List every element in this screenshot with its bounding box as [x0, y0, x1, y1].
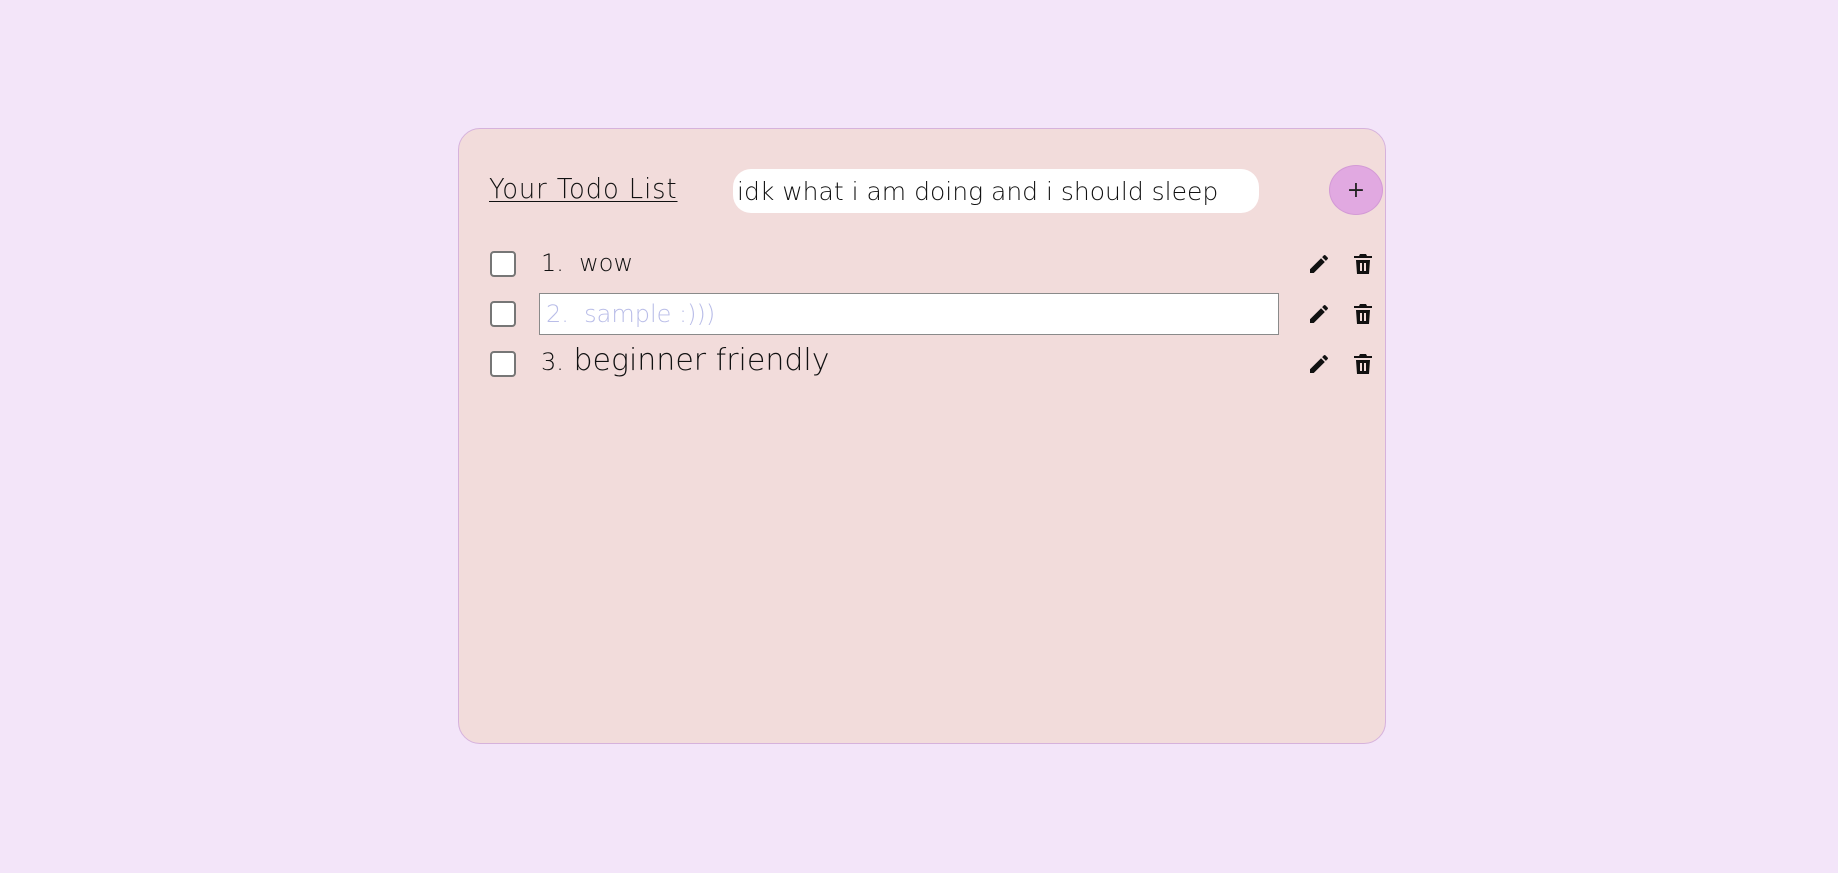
trash-icon[interactable] — [1351, 302, 1375, 326]
trash-icon[interactable] — [1351, 352, 1375, 376]
todo-card: Your Todo List + 1. wow — [458, 128, 1386, 744]
todo-text: 1. wow — [541, 249, 634, 277]
add-todo-button[interactable]: + — [1329, 165, 1383, 215]
todo-header: Your Todo List + — [489, 164, 1383, 215]
todo-checkbox[interactable] — [490, 301, 516, 327]
todo-list: 1. wow 3. beginner friendly — [489, 239, 1372, 389]
todo-checkbox[interactable] — [490, 351, 516, 377]
pencil-icon[interactable] — [1307, 302, 1331, 326]
todo-item: 1. wow — [489, 239, 1372, 289]
todo-item — [489, 289, 1372, 339]
edit-todo-input[interactable] — [539, 293, 1279, 335]
new-todo-input[interactable] — [733, 169, 1259, 213]
todo-text: 3. beginner friendly — [541, 343, 830, 378]
trash-icon[interactable] — [1351, 252, 1375, 276]
pencil-icon[interactable] — [1307, 352, 1331, 376]
pencil-icon[interactable] — [1307, 252, 1331, 276]
todo-item: 3. beginner friendly — [489, 339, 1372, 389]
todo-checkbox[interactable] — [490, 251, 516, 277]
page-title: Your Todo List — [489, 172, 678, 205]
